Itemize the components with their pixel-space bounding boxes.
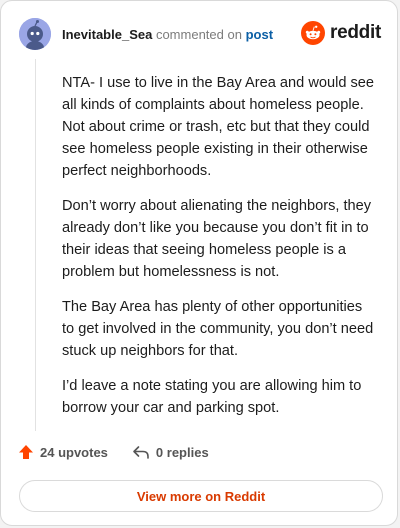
comment-actions: 24 upvotes 0 replies bbox=[18, 444, 209, 460]
username-link[interactable]: Inevitable_Sea bbox=[62, 27, 152, 42]
upvote-count: 24 upvotes bbox=[40, 444, 108, 460]
comment-body: NTA- I use to live in the Bay Area and w… bbox=[62, 72, 378, 432]
reply-arrow-icon bbox=[133, 446, 149, 459]
reddit-wordmark: reddit bbox=[330, 22, 381, 43]
thread-line bbox=[35, 59, 36, 431]
comment-paragraph: I’d leave a note stating you are allowin… bbox=[62, 378, 362, 416]
comment-paragraph: The Bay Area has plenty of other opportu… bbox=[62, 299, 374, 359]
view-more-button[interactable]: View more on Reddit bbox=[19, 480, 383, 512]
commented-on-text: commented on bbox=[155, 27, 242, 42]
comment-header: Inevitable_Sea commented on post bbox=[62, 27, 273, 42]
comment-paragraph: Don’t worry about alienating the neighbo… bbox=[62, 198, 372, 280]
reddit-logo[interactable]: reddit bbox=[301, 21, 381, 45]
upvote-button[interactable]: 24 upvotes bbox=[18, 444, 108, 460]
avatar[interactable] bbox=[19, 18, 51, 50]
reply-count: 0 replies bbox=[155, 444, 209, 460]
comment-paragraph: NTA- I use to live in the Bay Area and w… bbox=[62, 75, 375, 179]
comment-card: Inevitable_Sea commented on post reddit … bbox=[0, 0, 398, 526]
avatar-snoo-icon bbox=[19, 18, 51, 50]
view-more-label: View more on Reddit bbox=[136, 488, 266, 504]
upvote-arrow-icon bbox=[19, 445, 33, 459]
reddit-logo-icon bbox=[301, 21, 326, 45]
replies-button[interactable]: 0 replies bbox=[132, 444, 209, 460]
post-link[interactable]: post bbox=[246, 27, 273, 42]
